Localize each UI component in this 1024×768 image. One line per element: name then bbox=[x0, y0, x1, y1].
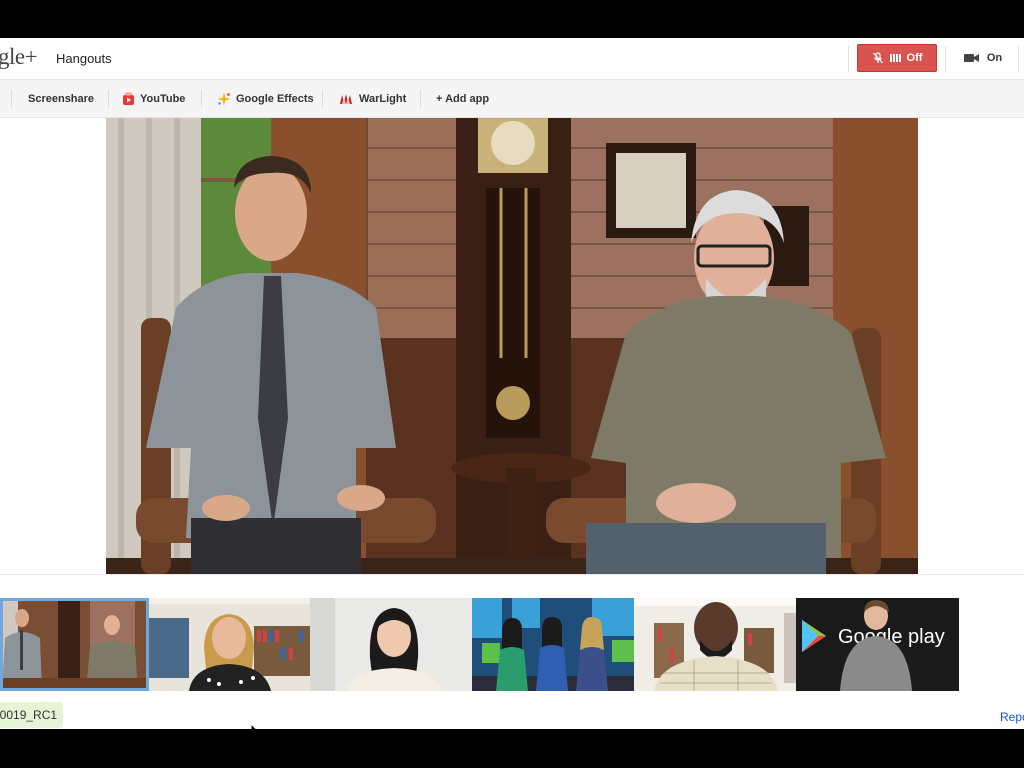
main-video-feed[interactable] bbox=[106, 118, 918, 574]
hangouts-window: gle+ Hangouts Off On Screenshare YouTube… bbox=[0, 38, 1024, 729]
participant-thumb-google-play-man[interactable]: Google play bbox=[796, 598, 959, 691]
app-label: Google Effects bbox=[236, 93, 314, 105]
google-effects-app-button[interactable]: Google Effects bbox=[217, 91, 314, 107]
mic-muted-icon bbox=[872, 52, 883, 64]
participant-video bbox=[472, 598, 634, 691]
participant-thumb-woman-library[interactable] bbox=[149, 598, 310, 691]
warlight-app-button[interactable]: WarLight bbox=[339, 91, 406, 107]
stage-divider bbox=[0, 574, 1024, 575]
camera-toggle-button[interactable]: On bbox=[953, 44, 1013, 72]
header-divider bbox=[945, 46, 946, 72]
mic-toggle-button[interactable]: Off bbox=[857, 44, 937, 72]
youtube-app-button[interactable]: YouTube bbox=[122, 91, 185, 107]
app-title: Hangouts bbox=[56, 51, 112, 66]
app-label: WarLight bbox=[359, 93, 407, 105]
youtube-icon bbox=[123, 92, 134, 105]
camera-state-label: On bbox=[986, 52, 1003, 64]
participant-filmstrip: Google play bbox=[0, 598, 960, 691]
mic-state-label: Off bbox=[906, 52, 923, 64]
participant-thumb-newsroom-group[interactable] bbox=[472, 598, 634, 691]
warlight-icon bbox=[340, 94, 352, 104]
apps-divider bbox=[420, 90, 421, 108]
header-divider bbox=[848, 46, 849, 72]
sparkle-icon bbox=[217, 92, 231, 106]
app-label: YouTube bbox=[140, 93, 186, 105]
app-label: + Add app bbox=[436, 93, 490, 105]
apps-divider bbox=[11, 90, 12, 108]
screenshare-app-button[interactable]: Screenshare bbox=[28, 91, 94, 107]
video-frame bbox=[106, 118, 918, 574]
participant-video bbox=[149, 598, 310, 691]
letterbox-top bbox=[0, 0, 1024, 38]
report-link[interactable]: Repo bbox=[1000, 710, 1024, 724]
letterbox-bottom bbox=[0, 729, 1024, 768]
participant-video bbox=[634, 598, 796, 691]
video-camera-icon bbox=[963, 54, 979, 62]
apps-bar: Screenshare YouTube Google Effects WarLi… bbox=[0, 80, 1024, 118]
add-app-button[interactable]: + Add app bbox=[436, 91, 489, 107]
participant-thumb-bearded-man[interactable] bbox=[634, 598, 796, 691]
participant-video: Google play bbox=[796, 598, 959, 691]
participant-video bbox=[0, 598, 149, 691]
volume-level-icon bbox=[889, 54, 901, 62]
top-bar: gle+ Hangouts Off On bbox=[0, 38, 1024, 80]
google-plus-logo[interactable]: gle+ bbox=[0, 44, 38, 70]
apps-divider bbox=[322, 90, 323, 108]
broadcast-id-tag: 00019_RC1 bbox=[0, 702, 64, 728]
app-label: Screenshare bbox=[28, 93, 95, 105]
participant-video bbox=[310, 598, 472, 691]
apps-divider bbox=[108, 90, 109, 108]
apps-divider bbox=[201, 90, 202, 108]
participant-thumb-young-woman[interactable] bbox=[310, 598, 472, 691]
header-divider bbox=[1018, 46, 1019, 72]
participant-thumb-two-men-studio[interactable] bbox=[0, 598, 149, 691]
